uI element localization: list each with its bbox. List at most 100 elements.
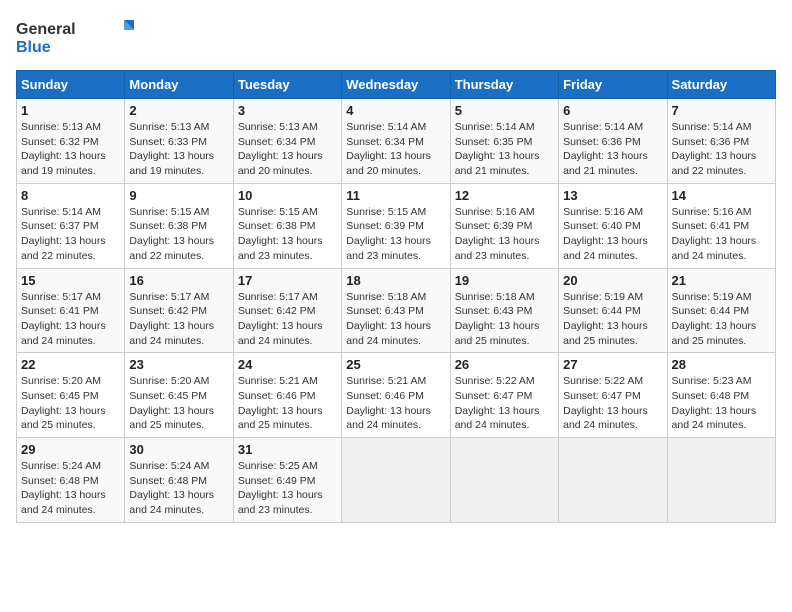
day-number: 27 (563, 357, 662, 372)
day-number: 2 (129, 103, 228, 118)
calendar-cell: 13Sunrise: 5:16 AMSunset: 6:40 PMDayligh… (559, 183, 667, 268)
logo-row: General Blue (16, 16, 136, 60)
day-number: 29 (21, 442, 120, 457)
calendar-week-4: 22 Sunrise: 5:20 AMSunset: 6:45 PMDayligh… (17, 353, 776, 438)
calendar-cell: 25 Sunrise: 5:21 AMSunset: 6:46 PMDayligh… (342, 353, 450, 438)
day-info: Sunrise: 5:13 AMSunset: 6:33 PMDaylight:… (129, 120, 228, 179)
day-info: Sunrise: 5:13 AMSunset: 6:34 PMDaylight:… (238, 120, 337, 179)
calendar-week-5: 29 Sunrise: 5:24 AMSunset: 6:48 PMDayligh… (17, 438, 776, 523)
day-info: Sunrise: 5:25 AMSunset: 6:49 PMDaylight:… (238, 459, 337, 518)
day-info: Sunrise: 5:14 AMSunset: 6:37 PMDaylight:… (21, 205, 120, 264)
day-info: Sunrise: 5:15 AMSunset: 6:38 PMDaylight:… (129, 205, 228, 264)
day-info: Sunrise: 5:19 AMSunset: 6:44 PMDaylight:… (672, 290, 771, 349)
calendar-cell: 12 Sunrise: 5:16 AMSunset: 6:39 PMDayligh… (450, 183, 558, 268)
day-number: 1 (21, 103, 120, 118)
day-number: 12 (455, 188, 554, 203)
header-sunday: Sunday (17, 71, 125, 99)
day-info: Sunrise: 5:21 AMSunset: 6:46 PMDaylight:… (346, 374, 445, 433)
day-number: 8 (21, 188, 120, 203)
day-info: Sunrise: 5:24 AMSunset: 6:48 PMDaylight:… (21, 459, 120, 518)
logo-svg: General Blue (16, 16, 136, 60)
day-info: Sunrise: 5:13 AMSunset: 6:32 PMDaylight:… (21, 120, 120, 179)
calendar-week-2: 8 Sunrise: 5:14 AMSunset: 6:37 PMDaylight… (17, 183, 776, 268)
day-info: Sunrise: 5:20 AMSunset: 6:45 PMDaylight:… (129, 374, 228, 433)
day-number: 31 (238, 442, 337, 457)
calendar-cell: 5 Sunrise: 5:14 AMSunset: 6:35 PMDaylight… (450, 99, 558, 184)
calendar-cell: 10 Sunrise: 5:15 AMSunset: 6:38 PMDayligh… (233, 183, 341, 268)
day-number: 6 (563, 103, 662, 118)
calendar-body: 1 Sunrise: 5:13 AMSunset: 6:32 PMDaylight… (17, 99, 776, 523)
day-info: Sunrise: 5:15 AMSunset: 6:39 PMDaylight:… (346, 205, 445, 264)
day-number: 26 (455, 357, 554, 372)
day-info: Sunrise: 5:14 AMSunset: 6:34 PMDaylight:… (346, 120, 445, 179)
day-number: 5 (455, 103, 554, 118)
calendar-cell: 17 Sunrise: 5:17 AMSunset: 6:42 PMDayligh… (233, 268, 341, 353)
day-info: Sunrise: 5:20 AMSunset: 6:45 PMDaylight:… (21, 374, 120, 433)
day-number: 21 (672, 273, 771, 288)
header-thursday: Thursday (450, 71, 558, 99)
calendar-cell: 27 Sunrise: 5:22 AMSunset: 6:47 PMDayligh… (559, 353, 667, 438)
calendar-cell: 9Sunrise: 5:15 AMSunset: 6:38 PMDaylight… (125, 183, 233, 268)
day-number: 22 (21, 357, 120, 372)
day-info: Sunrise: 5:22 AMSunset: 6:47 PMDaylight:… (455, 374, 554, 433)
calendar-cell (559, 438, 667, 523)
calendar-table: SundayMondayTuesdayWednesdayThursdayFrid… (16, 70, 776, 523)
calendar-cell: 29 Sunrise: 5:24 AMSunset: 6:48 PMDayligh… (17, 438, 125, 523)
calendar-cell: 2 Sunrise: 5:13 AMSunset: 6:33 PMDaylight… (125, 99, 233, 184)
calendar-week-1: 1 Sunrise: 5:13 AMSunset: 6:32 PMDaylight… (17, 99, 776, 184)
day-info: Sunrise: 5:19 AMSunset: 6:44 PMDaylight:… (563, 290, 662, 349)
page-header: General Blue (16, 16, 776, 60)
calendar-cell: 11 Sunrise: 5:15 AMSunset: 6:39 PMDayligh… (342, 183, 450, 268)
day-number: 10 (238, 188, 337, 203)
header-monday: Monday (125, 71, 233, 99)
calendar-cell: 31 Sunrise: 5:25 AMSunset: 6:49 PMDayligh… (233, 438, 341, 523)
day-info: Sunrise: 5:23 AMSunset: 6:48 PMDaylight:… (672, 374, 771, 433)
day-number: 25 (346, 357, 445, 372)
day-info: Sunrise: 5:17 AMSunset: 6:41 PMDaylight:… (21, 290, 120, 349)
calendar-cell (342, 438, 450, 523)
day-number: 17 (238, 273, 337, 288)
day-info: Sunrise: 5:16 AMSunset: 6:41 PMDaylight:… (672, 205, 771, 264)
svg-text:Blue: Blue (16, 39, 51, 56)
calendar-cell: 4 Sunrise: 5:14 AMSunset: 6:34 PMDaylight… (342, 99, 450, 184)
day-info: Sunrise: 5:17 AMSunset: 6:42 PMDaylight:… (238, 290, 337, 349)
day-number: 23 (129, 357, 228, 372)
day-number: 13 (563, 188, 662, 203)
day-number: 30 (129, 442, 228, 457)
day-number: 28 (672, 357, 771, 372)
calendar-cell: 1 Sunrise: 5:13 AMSunset: 6:32 PMDaylight… (17, 99, 125, 184)
day-number: 20 (563, 273, 662, 288)
day-number: 19 (455, 273, 554, 288)
logo: General Blue (16, 16, 136, 60)
day-info: Sunrise: 5:15 AMSunset: 6:38 PMDaylight:… (238, 205, 337, 264)
day-number: 11 (346, 188, 445, 203)
calendar-cell: 6 Sunrise: 5:14 AMSunset: 6:36 PMDaylight… (559, 99, 667, 184)
day-info: Sunrise: 5:14 AMSunset: 6:35 PMDaylight:… (455, 120, 554, 179)
day-info: Sunrise: 5:18 AMSunset: 6:43 PMDaylight:… (346, 290, 445, 349)
day-number: 7 (672, 103, 771, 118)
day-info: Sunrise: 5:21 AMSunset: 6:46 PMDaylight:… (238, 374, 337, 433)
calendar-cell (667, 438, 775, 523)
day-info: Sunrise: 5:24 AMSunset: 6:48 PMDaylight:… (129, 459, 228, 518)
day-number: 15 (21, 273, 120, 288)
day-info: Sunrise: 5:16 AMSunset: 6:39 PMDaylight:… (455, 205, 554, 264)
calendar-cell: 16Sunrise: 5:17 AMSunset: 6:42 PMDayligh… (125, 268, 233, 353)
calendar-cell: 28 Sunrise: 5:23 AMSunset: 6:48 PMDayligh… (667, 353, 775, 438)
calendar-cell: 19 Sunrise: 5:18 AMSunset: 6:43 PMDayligh… (450, 268, 558, 353)
header-wednesday: Wednesday (342, 71, 450, 99)
calendar-cell: 20 Sunrise: 5:19 AMSunset: 6:44 PMDayligh… (559, 268, 667, 353)
calendar-header-row: SundayMondayTuesdayWednesdayThursdayFrid… (17, 71, 776, 99)
day-number: 4 (346, 103, 445, 118)
calendar-cell: 26 Sunrise: 5:22 AMSunset: 6:47 PMDayligh… (450, 353, 558, 438)
day-info: Sunrise: 5:18 AMSunset: 6:43 PMDaylight:… (455, 290, 554, 349)
calendar-cell: 21 Sunrise: 5:19 AMSunset: 6:44 PMDayligh… (667, 268, 775, 353)
calendar-cell: 14Sunrise: 5:16 AMSunset: 6:41 PMDayligh… (667, 183, 775, 268)
day-number: 24 (238, 357, 337, 372)
day-info: Sunrise: 5:22 AMSunset: 6:47 PMDaylight:… (563, 374, 662, 433)
calendar-cell (450, 438, 558, 523)
calendar-cell: 8 Sunrise: 5:14 AMSunset: 6:37 PMDaylight… (17, 183, 125, 268)
calendar-cell: 30 Sunrise: 5:24 AMSunset: 6:48 PMDayligh… (125, 438, 233, 523)
calendar-cell: 3Sunrise: 5:13 AMSunset: 6:34 PMDaylight… (233, 99, 341, 184)
calendar-cell: 7Sunrise: 5:14 AMSunset: 6:36 PMDaylight… (667, 99, 775, 184)
day-info: Sunrise: 5:14 AMSunset: 6:36 PMDaylight:… (563, 120, 662, 179)
